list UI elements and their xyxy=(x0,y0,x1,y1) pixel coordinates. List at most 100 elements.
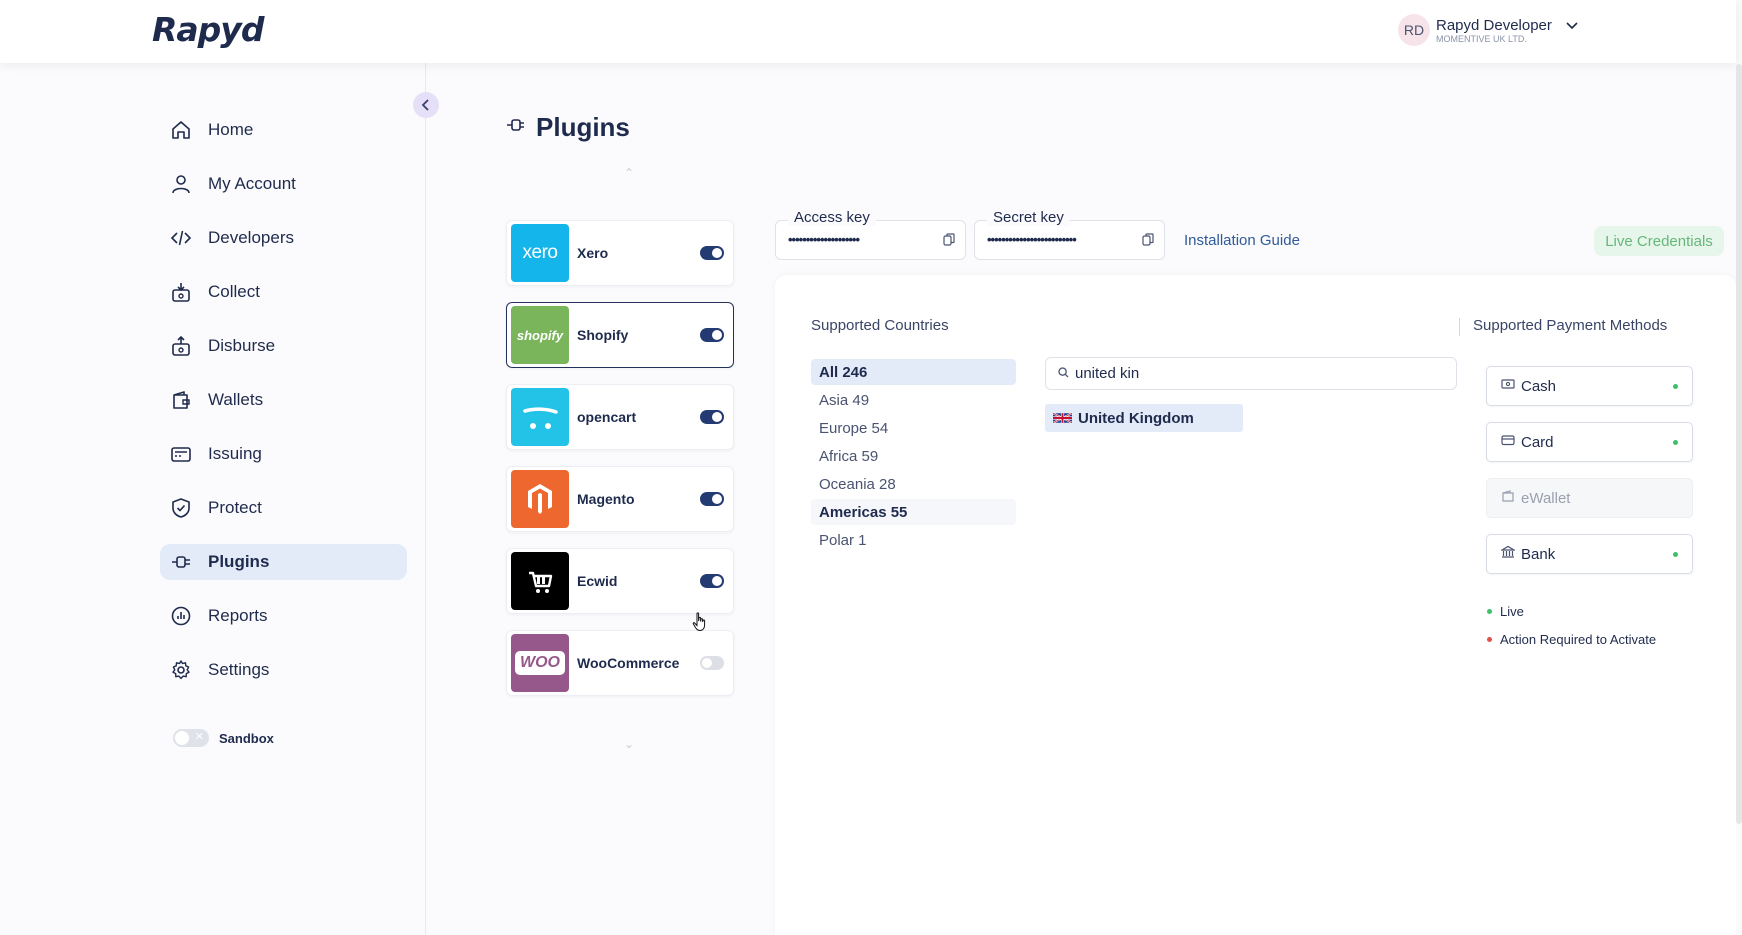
sidebar-item-label: Settings xyxy=(208,660,270,679)
plugin-toggle[interactable] xyxy=(700,410,724,424)
sidebar-item-settings[interactable]: Settings xyxy=(160,652,407,688)
plug-icon xyxy=(170,551,192,573)
payment-method-label: Cash xyxy=(1521,377,1557,395)
sidebar-item-wallets[interactable]: Wallets xyxy=(160,382,407,418)
code-icon xyxy=(170,227,192,249)
scroll-up-icon[interactable]: ⌃ xyxy=(624,166,634,180)
user-name: Rapyd Developer xyxy=(1436,16,1552,34)
search-icon xyxy=(1058,365,1069,383)
region-filter-item[interactable]: Africa 59 xyxy=(811,443,1016,469)
live-status-dot xyxy=(1673,439,1678,445)
plugin-name: WooCommerce xyxy=(577,655,680,671)
plugin-card-magento[interactable]: Magento xyxy=(506,466,734,532)
access-key-field[interactable]: Access key •••••••••••••••••••• xyxy=(775,209,966,260)
plugin-card-opencart[interactable]: opencart xyxy=(506,384,734,450)
secret-key-field[interactable]: Secret key ••••••••••••••••••••••••• xyxy=(974,209,1165,260)
sidebar-item-developers[interactable]: Developers xyxy=(160,220,407,256)
uk-flag-icon xyxy=(1053,412,1072,424)
region-filter-item[interactable]: Asia 49 xyxy=(811,387,1016,413)
collapse-sidebar-button[interactable] xyxy=(413,92,439,118)
payment-method-card[interactable]: Card xyxy=(1486,422,1693,462)
supported-countries-title: Supported Countries xyxy=(811,317,949,334)
country-result-item[interactable]: United Kingdom xyxy=(1045,404,1243,432)
region-filter-item[interactable]: All 246 xyxy=(811,359,1016,385)
plugin-name: opencart xyxy=(577,409,637,425)
gear-icon xyxy=(170,659,192,681)
plugin-toggle[interactable] xyxy=(700,574,724,588)
payment-method-ewallet[interactable]: eWallet xyxy=(1486,478,1693,518)
sidebar-item-collect[interactable]: Collect xyxy=(160,274,407,310)
sandbox-switch[interactable]: ✕ Sandbox xyxy=(173,729,274,747)
opencart-logo-icon xyxy=(511,388,569,446)
search-value: united kin xyxy=(1075,365,1140,382)
sandbox-toggle[interactable]: ✕ xyxy=(173,729,209,747)
sidebar-item-label: Protect xyxy=(208,498,262,517)
plugin-name: Xero xyxy=(577,245,609,261)
sidebar-item-label: Plugins xyxy=(208,552,270,571)
sidebar-item-label: Home xyxy=(208,120,254,139)
plugin-toggle[interactable] xyxy=(700,328,724,342)
sidebar-item-disburse[interactable]: Disburse xyxy=(160,328,407,364)
top-header: Rapyd RD Rapyd Developer MOMENTIVE UK LT… xyxy=(0,0,1736,63)
status-dot xyxy=(1487,637,1492,642)
avatar[interactable]: RD xyxy=(1398,14,1430,46)
region-filter-item[interactable]: Oceania 28 xyxy=(811,471,1016,497)
rapyd-logo[interactable]: Rapyd xyxy=(152,10,264,49)
page-scrollbar[interactable] xyxy=(1736,0,1742,935)
plugin-card-xero[interactable]: xero Xero xyxy=(506,220,734,286)
page-heading: Plugins xyxy=(536,112,630,142)
region-filter-item[interactable]: Europe 54 xyxy=(811,415,1016,441)
sidebar-item-label: Issuing xyxy=(208,444,262,463)
payment-method-bank[interactable]: Bank xyxy=(1486,534,1693,574)
user-menu[interactable]: RD Rapyd Developer MOMENTIVE UK LTD. xyxy=(1398,14,1578,46)
payment-method-cash[interactable]: Cash xyxy=(1486,366,1693,406)
chevron-down-icon[interactable] xyxy=(1566,17,1578,35)
status-dot xyxy=(1487,609,1492,614)
sidebar-item-plugins[interactable]: Plugins xyxy=(160,544,407,580)
user-icon xyxy=(170,173,192,195)
plugin-toggle[interactable] xyxy=(700,492,724,506)
user-info[interactable]: Rapyd Developer MOMENTIVE UK LTD. xyxy=(1436,17,1552,44)
sidebar-item-protect[interactable]: Protect xyxy=(160,490,407,526)
plugin-name: Shopify xyxy=(577,327,629,343)
plugin-card-woocommerce[interactable]: WOO WooCommerce xyxy=(506,630,734,696)
chevron-left-icon xyxy=(421,99,429,111)
copy-icon[interactable] xyxy=(943,233,955,251)
live-credentials-button[interactable]: Live Credentials xyxy=(1594,226,1724,256)
page-title: Plugins xyxy=(506,112,630,143)
access-key-value: •••••••••••••••••••• xyxy=(788,232,860,247)
sidebar-item-home[interactable]: Home xyxy=(160,112,407,148)
legend-label: Action Required to Activate xyxy=(1500,632,1657,647)
live-status-dot xyxy=(1673,383,1678,389)
plugin-toggle[interactable] xyxy=(700,246,724,260)
xero-logo-icon: xero xyxy=(511,224,569,282)
user-company: MOMENTIVE UK LTD. xyxy=(1436,33,1527,44)
plugin-card-ecwid[interactable]: Ecwid xyxy=(506,548,734,614)
hand-cursor-icon xyxy=(692,612,708,637)
installation-guide-link[interactable]: Installation Guide xyxy=(1184,232,1300,249)
region-filter-item[interactable]: Polar 1 xyxy=(811,527,1016,553)
magento-logo-icon xyxy=(511,470,569,528)
sidebar-item-issuing[interactable]: Issuing xyxy=(160,436,407,472)
supported-payment-methods-title: Supported Payment Methods xyxy=(1473,317,1668,334)
card-icon xyxy=(1501,433,1515,452)
bank-icon xyxy=(1499,545,1517,564)
sidebar-item-my-account[interactable]: My Account xyxy=(160,166,407,202)
woocommerce-logo-icon: WOO xyxy=(511,634,569,692)
plugin-toggle[interactable] xyxy=(700,656,724,670)
plugin-card-shopify[interactable]: shopify Shopify xyxy=(506,302,734,368)
country-search-input[interactable]: united kin xyxy=(1045,357,1457,390)
sandbox-label: Sandbox xyxy=(219,730,274,746)
region-filter-item[interactable]: Americas 55 xyxy=(811,499,1016,525)
cash-icon xyxy=(1501,377,1515,396)
sidebar-item-label: My Account xyxy=(208,174,296,193)
legend-label: Live xyxy=(1500,604,1524,619)
divider xyxy=(1459,318,1460,336)
reports-icon xyxy=(170,605,192,627)
sidebar-item-label: Disburse xyxy=(208,336,276,355)
scroll-down-icon[interactable]: ⌄ xyxy=(624,737,634,751)
sidebar-item-reports[interactable]: Reports xyxy=(160,598,407,634)
copy-icon[interactable] xyxy=(1142,233,1154,251)
payment-method-label: Bank xyxy=(1521,545,1556,563)
sidebar-item-label: Developers xyxy=(208,228,294,247)
